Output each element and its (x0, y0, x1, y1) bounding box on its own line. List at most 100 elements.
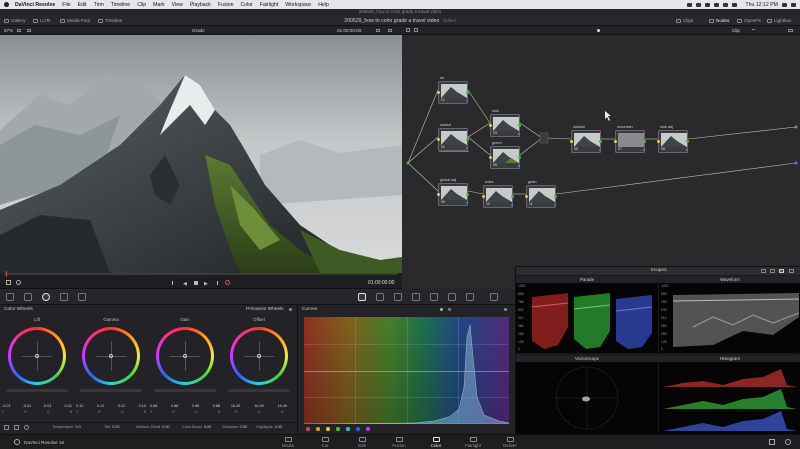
vectorscope[interactable] (516, 362, 658, 434)
apple-icon[interactable] (4, 2, 9, 7)
node-03[interactable]: look 03 (489, 109, 521, 137)
temperature-control[interactable]: Temperature 0.0 (52, 425, 81, 429)
luts-button[interactable]: LUTs (33, 15, 50, 26)
stop-icon[interactable] (194, 281, 198, 285)
menu-davinci-resolve[interactable]: DaVinci Resolve (15, 2, 55, 8)
search-icon[interactable] (782, 2, 787, 7)
viewer[interactable] (0, 35, 402, 273)
menu-mark[interactable]: Mark (153, 2, 165, 8)
viewer-timecode-top[interactable]: 01:00:00:00 (337, 28, 361, 33)
curve-channel-dot[interactable] (316, 427, 320, 431)
node-07[interactable]: mountain 07 (614, 125, 646, 153)
sizing-icon[interactable] (490, 293, 498, 301)
gamma-master-wheel[interactable] (80, 389, 142, 392)
node-05[interactable]: green 05 (489, 141, 521, 169)
scopes-layout-icon[interactable] (761, 269, 766, 273)
scopes-close-icon[interactable] (789, 269, 794, 273)
menu-help[interactable]: Help (318, 2, 329, 8)
curve-channel-dot[interactable] (346, 427, 350, 431)
qualifier-icon[interactable] (376, 293, 384, 301)
page-tab-fairlight[interactable]: Fairlight (460, 437, 486, 448)
timeline-button[interactable]: Timeline (98, 15, 122, 26)
scopes-quad-icon[interactable] (779, 269, 784, 273)
curve-channel-dot[interactable] (326, 427, 330, 431)
highlights-control[interactable]: Highlights 0.00 (256, 425, 282, 429)
clip-label[interactable]: Clip (732, 28, 740, 33)
midtone-detail-control[interactable]: Midtone Detail 0.00 (136, 425, 170, 429)
hand-tool-icon[interactable] (414, 28, 418, 32)
gain-wheel[interactable] (156, 327, 214, 385)
eyedropper-icon[interactable] (6, 280, 11, 285)
gamma-wheel[interactable] (82, 327, 140, 385)
scrubber-bar[interactable] (4, 273, 398, 275)
auto-balance-icon[interactable] (4, 425, 9, 430)
reverse-icon[interactable]: ◀ (183, 281, 187, 287)
dropbox-icon[interactable] (687, 2, 693, 7)
clips-button[interactable]: Clips (676, 15, 693, 26)
curve-channel-dot[interactable] (366, 427, 370, 431)
menu-fairlight[interactable]: Fairlight (260, 2, 278, 8)
viewer-layout-icon[interactable] (376, 28, 380, 32)
node-10[interactable]: extra 10 (482, 180, 514, 208)
go-to-start-icon[interactable] (172, 281, 176, 285)
media-pool-button[interactable]: Media Pool (60, 15, 90, 26)
settings-gear-icon[interactable] (785, 439, 791, 445)
viewer-zoom[interactable]: 67% (4, 28, 13, 33)
node-02[interactable]: warhol 02 (437, 123, 469, 152)
home-icon[interactable] (769, 439, 775, 445)
curves-option-icon[interactable] (448, 308, 451, 311)
histogram-scope[interactable] (659, 362, 800, 434)
lift-wheel[interactable] (8, 327, 66, 385)
volume-icon[interactable] (723, 2, 729, 7)
openfx-button[interactable]: OpenFX (737, 15, 761, 26)
node-editor[interactable]: wr 01 warhol 02 look 03 green 05 outside… (402, 35, 800, 289)
shadows-control[interactable]: Shadows 0.00 (222, 425, 247, 429)
lift-puck[interactable] (35, 354, 39, 358)
wifi-icon[interactable] (714, 2, 720, 7)
page-1-icon[interactable] (14, 425, 19, 430)
tint-control[interactable]: Tint 0.00 (104, 425, 120, 429)
go-to-end-icon[interactable] (214, 281, 218, 285)
node-editor-menu-icon[interactable] (788, 28, 793, 32)
node-11[interactable]: grain 11 (525, 180, 557, 208)
tracker-icon[interactable] (412, 293, 420, 301)
menu-fusion[interactable]: Fusion (218, 2, 234, 8)
pointer-tool-icon[interactable] (406, 28, 410, 32)
page-tab-cut[interactable]: Cut (312, 437, 338, 448)
color-boost-control[interactable]: Color Boost 0.00 (182, 425, 211, 429)
menu-edit[interactable]: Edit (78, 2, 87, 8)
gamma-values[interactable]: 0.12 0.12 0.12 0.12 (76, 404, 146, 408)
rgb-mixer-icon[interactable] (60, 293, 68, 301)
wheels-menu-icon[interactable] (289, 308, 292, 311)
page-tab-edit[interactable]: Edit (349, 437, 375, 448)
lift-values[interactable]: -0.01 -0.01 -0.01 -0.01 (2, 404, 72, 408)
audio-icon[interactable] (16, 280, 21, 285)
node-08[interactable]: look adj 08 (657, 125, 689, 153)
nodes-button[interactable]: Nodes (709, 15, 729, 26)
curves-graph[interactable] (304, 317, 509, 424)
node-09[interactable]: global adj 09 (437, 178, 469, 206)
lift-master-wheel[interactable] (6, 389, 68, 392)
waveform-scope[interactable]: 1023 896 768 640 512 384 256 128 0 (659, 283, 800, 353)
node-editor-options-icon[interactable] (597, 29, 600, 32)
scopes-layout-icon[interactable] (770, 269, 775, 273)
menu-color[interactable]: Color (240, 2, 252, 8)
viewer-split-icon[interactable] (27, 28, 31, 32)
menu-file[interactable]: File (62, 2, 70, 8)
gamma-puck[interactable] (109, 354, 113, 358)
play-icon[interactable]: ▶ (204, 281, 208, 287)
offset-wheel[interactable] (230, 327, 288, 385)
viewer-timecode[interactable]: 01:00:00:00 (368, 280, 394, 286)
page-tab-fusion[interactable]: Fusion (386, 437, 412, 448)
offset-puck[interactable] (257, 354, 261, 358)
viewer-options-icon[interactable] (17, 28, 21, 32)
cloud-icon[interactable] (696, 2, 702, 7)
viewer-menu-icon[interactable] (388, 28, 392, 32)
color-match-icon[interactable] (24, 293, 32, 301)
loop-icon[interactable] (225, 280, 230, 285)
menu-workspace[interactable]: Workspace (285, 2, 311, 8)
curve-channel-dot[interactable] (306, 427, 310, 431)
menu-playback[interactable]: Playback (190, 2, 211, 8)
camera-raw-icon[interactable] (6, 293, 14, 301)
waveform-label[interactable]: Waveform (720, 277, 740, 282)
